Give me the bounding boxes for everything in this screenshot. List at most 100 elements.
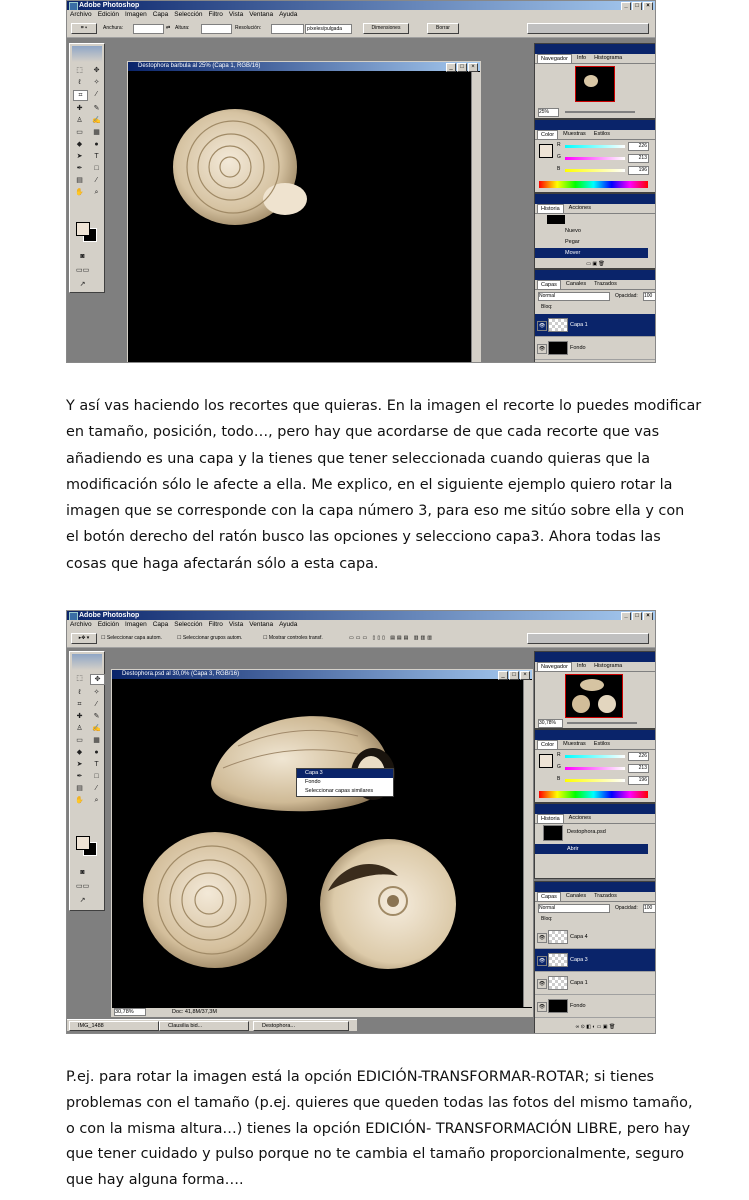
magic-wand-icon[interactable]: ✧: [90, 78, 103, 87]
blur-tool-icon[interactable]: ◆: [73, 140, 86, 149]
stamp-tool-icon[interactable]: ♙: [73, 116, 86, 125]
layer-row[interactable]: 👁 Fondo: [535, 995, 655, 1018]
dodge-tool-icon[interactable]: ●: [90, 748, 103, 757]
green-slider[interactable]: [565, 767, 625, 770]
clear-button[interactable]: Borrar: [427, 23, 459, 34]
minimized-window[interactable]: Clausilia bid...: [159, 1021, 249, 1031]
palette-well[interactable]: [527, 23, 649, 34]
hand-tool-icon[interactable]: ✋: [73, 188, 86, 197]
zoom-tool-icon[interactable]: ⌕: [90, 188, 103, 197]
context-menu-item-capa3[interactable]: Capa 3: [297, 769, 393, 778]
history-snapshot[interactable]: [547, 215, 565, 224]
lasso-tool-icon[interactable]: ℓ: [73, 688, 86, 697]
marquee-tool-icon[interactable]: ⬚: [73, 66, 86, 75]
menu-filtro[interactable]: Filtro: [208, 10, 222, 19]
menu-vista[interactable]: Vista: [229, 620, 243, 629]
slice-tool-icon[interactable]: ⁄: [90, 90, 103, 99]
eye-icon[interactable]: 👁: [537, 979, 547, 989]
shape-tool-icon[interactable]: □: [90, 772, 103, 781]
tab-trazados[interactable]: Trazados: [591, 280, 620, 289]
resolution-field[interactable]: [271, 24, 304, 34]
tab-canales[interactable]: Canales: [563, 892, 589, 901]
move-tool-preset[interactable]: ▸✥ ▾: [71, 633, 97, 644]
menu-imagen[interactable]: Imagen: [125, 10, 147, 19]
navigator-preview[interactable]: [575, 66, 615, 102]
color-spectrum[interactable]: [539, 181, 648, 188]
layer-row[interactable]: 👁 Fondo: [535, 337, 655, 360]
blue-value[interactable]: 196: [628, 776, 649, 785]
menu-archivo[interactable]: Archivo: [70, 10, 92, 19]
lasso-tool-icon[interactable]: ℓ: [73, 78, 86, 87]
tab-estilos[interactable]: Estilos: [591, 130, 613, 139]
document-scrollbar[interactable]: [471, 72, 480, 362]
tab-muestras[interactable]: Muestras: [560, 130, 589, 139]
menu-archivo[interactable]: Archivo: [70, 620, 92, 629]
swap-icon[interactable]: ⇄: [166, 25, 170, 31]
opacity-value[interactable]: 100: [643, 904, 655, 913]
layer-row[interactable]: 👁 Capa 3: [535, 949, 655, 972]
healing-brush-icon[interactable]: ✚: [73, 104, 86, 113]
layer-row[interactable]: 👁 Capa 1: [535, 972, 655, 995]
tab-capas[interactable]: Capas: [537, 280, 561, 289]
blue-slider[interactable]: [565, 169, 625, 172]
blend-mode-select[interactable]: Normal: [538, 904, 610, 913]
tab-historia[interactable]: Historia: [537, 814, 564, 823]
doc-maximize-button[interactable]: □: [509, 671, 519, 680]
minimized-window[interactable]: Destophora...: [253, 1021, 349, 1031]
tab-info[interactable]: Info: [574, 662, 589, 671]
eye-icon[interactable]: 👁: [537, 956, 547, 966]
history-item[interactable]: Destophora.psd: [535, 827, 648, 837]
navigator-zoom[interactable]: 30,78%: [538, 719, 563, 728]
brush-tool-icon[interactable]: ✎: [90, 104, 103, 113]
blur-tool-icon[interactable]: ◆: [73, 748, 86, 757]
zoom-tool-icon[interactable]: ⌕: [90, 796, 103, 805]
tab-histograma[interactable]: Histograma: [591, 54, 625, 63]
menu-capa[interactable]: Capa: [153, 10, 169, 19]
doc-close-button[interactable]: ×: [520, 671, 530, 680]
context-menu-item-similar-layers[interactable]: Seleccionar capas similares: [297, 787, 393, 796]
navigator-zoom-slider[interactable]: [567, 722, 637, 724]
menu-imagen[interactable]: Imagen: [125, 620, 147, 629]
tab-navegador[interactable]: Navegador: [537, 662, 572, 671]
tab-acciones[interactable]: Acciones: [566, 204, 594, 213]
type-tool-icon[interactable]: T: [90, 152, 103, 161]
blue-value[interactable]: 196: [628, 166, 649, 175]
tab-trazados[interactable]: Trazados: [591, 892, 620, 901]
tab-canales[interactable]: Canales: [563, 280, 589, 289]
navigator-zoom-slider[interactable]: [565, 111, 635, 113]
menu-ayuda[interactable]: Ayuda: [279, 10, 297, 19]
red-value[interactable]: 226: [628, 752, 649, 761]
notes-tool-icon[interactable]: ▤: [73, 784, 86, 793]
pen-tool-icon[interactable]: ✒: [73, 772, 86, 781]
shape-tool-icon[interactable]: □: [90, 164, 103, 173]
move-tool-icon[interactable]: ✥: [90, 66, 103, 75]
front-image-button[interactable]: Dimensiones: [363, 23, 409, 34]
color-panel-fg-swatch[interactable]: [539, 754, 553, 768]
menu-ventana[interactable]: Ventana: [249, 620, 273, 629]
slice-tool-icon[interactable]: ⁄: [90, 700, 103, 709]
stamp-tool-icon[interactable]: ♙: [73, 724, 86, 733]
red-slider[interactable]: [565, 145, 625, 148]
pen-tool-icon[interactable]: ✒: [73, 164, 86, 173]
screen-mode-icon[interactable]: ▭▭: [76, 882, 89, 891]
tab-info[interactable]: Info: [574, 54, 589, 63]
menu-seleccion[interactable]: Selección: [174, 10, 202, 19]
menu-seleccion[interactable]: Selección: [174, 620, 202, 629]
eye-icon[interactable]: 👁: [537, 344, 547, 354]
tab-navegador[interactable]: Navegador: [537, 54, 572, 63]
auto-select-layer-checkbox[interactable]: ☐ Seleccionar capa autom.: [101, 635, 162, 641]
menu-capa[interactable]: Capa: [153, 620, 169, 629]
menu-edicion[interactable]: Edición: [98, 620, 119, 629]
history-brush-icon[interactable]: ✍: [90, 724, 103, 733]
history-brush-icon[interactable]: ✍: [90, 116, 103, 125]
doc-minimize-button[interactable]: _: [498, 671, 508, 680]
dodge-tool-icon[interactable]: ●: [90, 140, 103, 149]
palette-well[interactable]: [527, 633, 649, 644]
layer-row[interactable]: 👁 Capa 4: [535, 926, 655, 949]
gradient-tool-icon[interactable]: ▦: [90, 128, 103, 137]
quick-mask-icon[interactable]: ◙: [76, 252, 89, 261]
layer-row[interactable]: 👁 Capa 1: [535, 314, 655, 337]
history-item[interactable]: Pegar: [535, 237, 648, 247]
hand-tool-icon[interactable]: ✋: [73, 796, 86, 805]
red-slider[interactable]: [565, 755, 625, 758]
